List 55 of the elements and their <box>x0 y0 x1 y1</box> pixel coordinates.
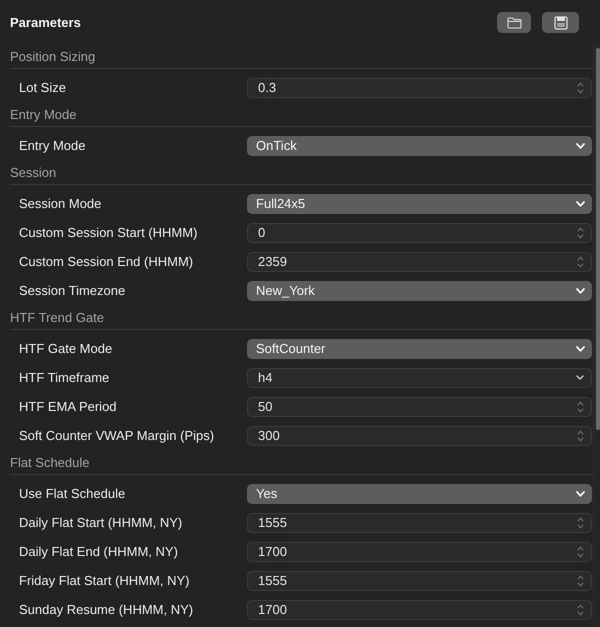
chevron-down-icon <box>576 288 585 294</box>
number-field[interactable]: 1700 <box>247 600 592 620</box>
stepper-icon <box>577 574 584 586</box>
field-label: Session Timezone <box>19 283 126 298</box>
stepper-icon <box>577 430 584 442</box>
field-label: HTF Gate Mode <box>19 341 114 356</box>
dropdown-button[interactable]: New_York <box>247 280 592 300</box>
stepper-icon <box>577 516 584 528</box>
stepper-icon <box>577 400 584 412</box>
chevron-down-icon <box>576 200 585 206</box>
number-field[interactable]: 1555 <box>247 512 592 532</box>
number-field[interactable]: 1555 <box>247 570 592 590</box>
section-title: Session <box>10 164 56 180</box>
dropdown-button[interactable]: Full24x5 <box>247 194 592 214</box>
chevron-down-icon <box>576 490 585 496</box>
folder-icon <box>506 16 522 28</box>
chevron-down-icon <box>576 142 585 148</box>
dropdown-button[interactable]: OnTick <box>247 136 592 156</box>
chevron-down-icon <box>576 346 585 352</box>
field-label: HTF EMA Period <box>19 399 118 414</box>
stepper-icon <box>577 604 584 616</box>
field-label: Session Mode <box>19 196 102 211</box>
number-field[interactable]: 50 <box>247 396 592 416</box>
number-field[interactable]: 2359 <box>247 252 592 272</box>
number-field[interactable]: 0.3 <box>247 78 592 98</box>
field-label: HTF Timeframe <box>19 370 110 385</box>
dropdown-button[interactable]: Yes <box>247 484 592 504</box>
stepper-icon <box>577 226 584 238</box>
field-label: Custom Session Start (HHMM) <box>19 225 198 240</box>
stepper-icon <box>577 546 584 558</box>
scrollbar-thumb[interactable] <box>596 48 600 430</box>
number-field[interactable]: 300 <box>247 426 592 446</box>
field-label: Soft Counter VWAP Margin (Pips) <box>19 428 216 443</box>
field-label: Friday Flat Start (HHMM, NY) <box>19 573 190 588</box>
stepper-icon <box>577 82 584 94</box>
stepper-icon <box>577 256 584 268</box>
field-label: Daily Flat End (HHMM, NY) <box>19 544 179 559</box>
section-title: Position Sizing <box>10 48 96 64</box>
dropdown-button[interactable]: SoftCounter <box>247 338 592 358</box>
open-folder-button[interactable] <box>497 12 531 33</box>
chevron-down-icon <box>576 375 584 380</box>
number-field[interactable]: 0 <box>247 222 592 242</box>
section-title: Flat Schedule <box>10 454 90 470</box>
field-label: Lot Size <box>19 80 67 95</box>
field-label: Sunday Resume (HHMM, NY) <box>19 602 194 617</box>
panel-title: Parameters <box>10 14 81 30</box>
section-title: HTF Trend Gate <box>10 310 104 324</box>
save-button[interactable] <box>542 12 579 33</box>
field-label: Daily Flat Start (HHMM, NY) <box>19 515 184 530</box>
field-label: Entry Mode <box>19 138 86 153</box>
field-label: Custom Session End (HHMM) <box>19 254 194 269</box>
number-field[interactable]: 1700 <box>247 542 592 562</box>
field-label: Use Flat Schedule <box>19 486 126 501</box>
combo-box[interactable]: h4 <box>247 368 592 388</box>
section-title: Entry Mode <box>10 106 76 122</box>
